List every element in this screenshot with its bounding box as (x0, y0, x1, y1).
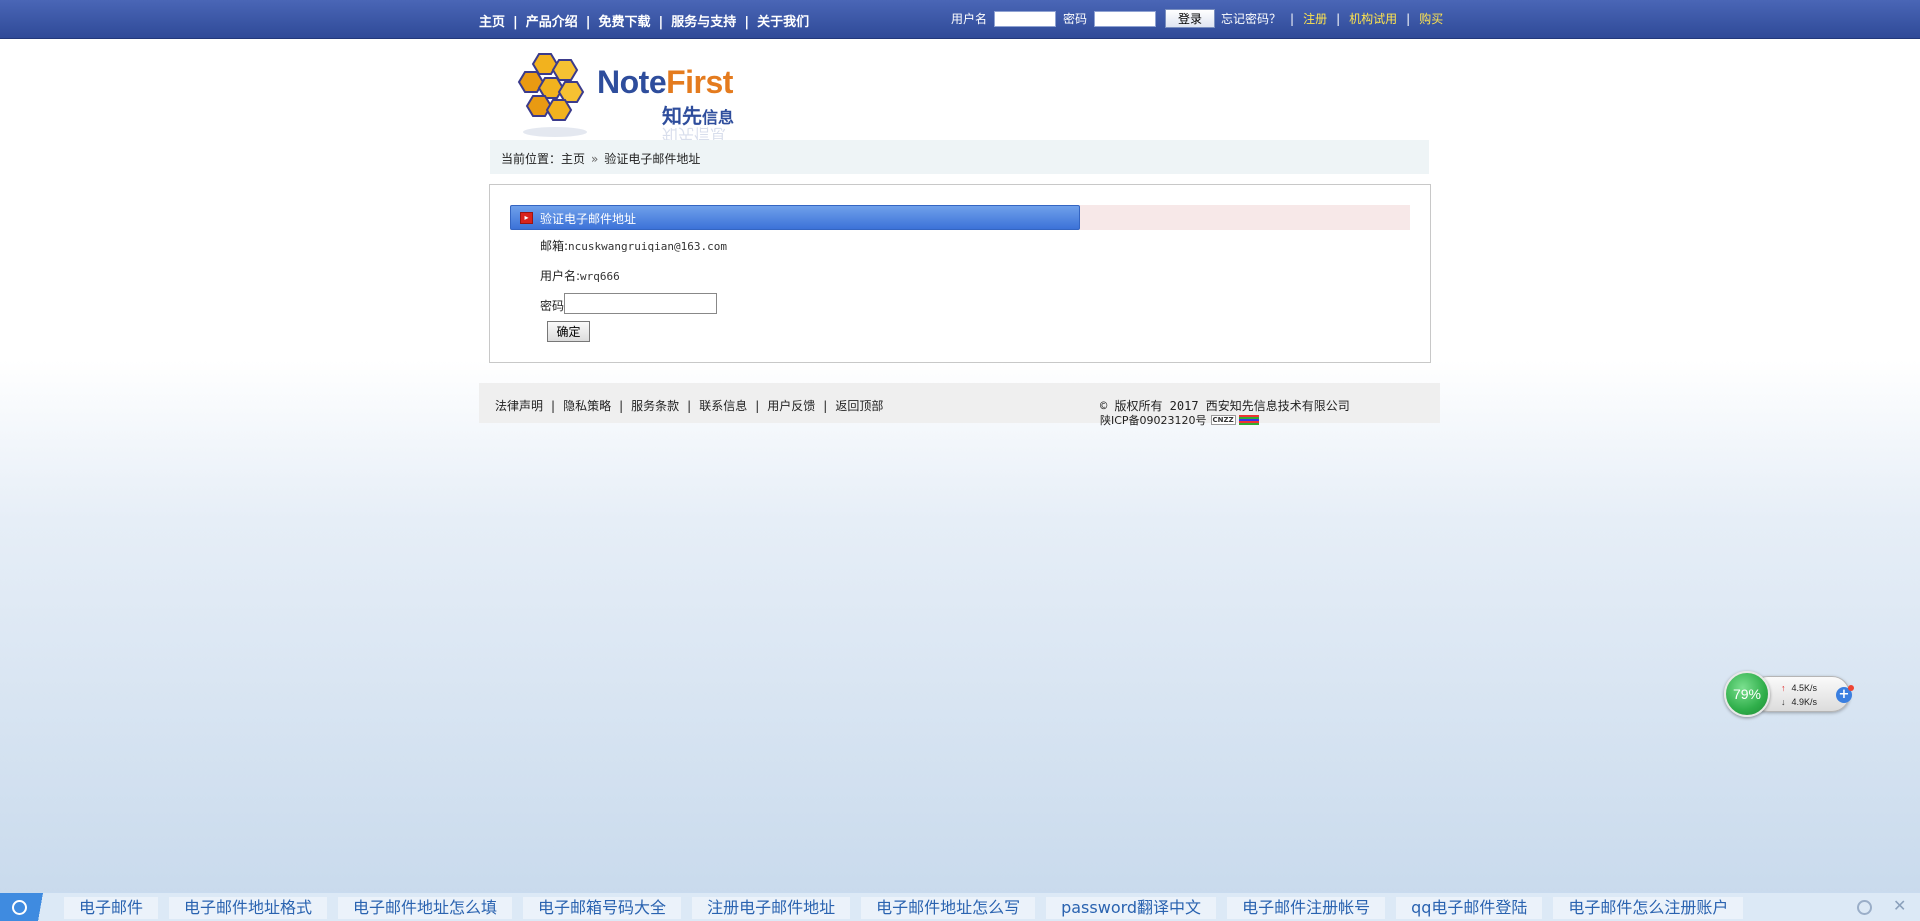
separator: | (1290, 11, 1295, 26)
nav-separator: | (513, 15, 518, 30)
breadcrumb-separator: » (591, 152, 599, 166)
gear-icon[interactable] (1857, 900, 1872, 915)
footer-link-feedback[interactable]: 用户反馈 (767, 399, 815, 413)
main-nav: 主页 | 产品介绍 | 免费下载 | 服务与支持 | 关于我们 (479, 11, 809, 30)
login-form: 用户名 密码 登录 忘记密码？ | 注册 | 机构试用 | 购买 (951, 9, 1443, 28)
bottom-bar-suggestions: 电子邮件 电子邮件地址格式 电子邮件地址怎么填 电子邮箱号码大全 注册电子邮件地… (64, 897, 1754, 919)
nav-products[interactable]: 产品介绍 (526, 15, 578, 30)
suggestion-item[interactable]: 电子邮箱号码大全 (523, 897, 682, 919)
username-label: 用户名 (951, 12, 988, 26)
separator: | (1406, 11, 1411, 26)
bottom-search-bar: 电子邮件 电子邮件地址格式 电子邮件地址怎么填 电子邮箱号码大全 注册电子邮件地… (0, 892, 1920, 921)
notification-dot-icon (1848, 685, 1854, 691)
nav-separator: | (585, 15, 591, 30)
footer-link-top[interactable]: 返回顶部 (835, 399, 883, 413)
suggestion-item[interactable]: 电子邮件地址格式 (169, 897, 328, 919)
password-input[interactable] (1094, 10, 1157, 27)
suggestion-item[interactable]: 注册电子邮件地址 (692, 897, 851, 919)
bottom-bar-logo[interactable] (0, 893, 50, 921)
breadcrumb-home[interactable]: 主页 (561, 152, 585, 166)
nav-separator: | (658, 15, 664, 30)
breadcrumb-current: 验证电子邮件地址 (604, 152, 701, 166)
honeycomb-logo-icon (517, 53, 587, 137)
verify-email-panel: ▸ 验证电子邮件地址 邮箱:ncuskwangruiqian@163.com 用… (489, 184, 1431, 363)
top-bar: 主页 | 产品介绍 | 免费下载 | 服务与支持 | 关于我们 用户名 密码 登录 忘记密码？ … (0, 0, 1920, 39)
username-row-label: 用户名: (540, 269, 581, 283)
suggestion-item[interactable]: password翻译中文 (1046, 897, 1217, 919)
footer-separator: | (619, 399, 624, 413)
footer-link-privacy[interactable]: 隐私策略 (563, 399, 611, 413)
email-row: 邮箱:ncuskwangruiqian@163.com (540, 237, 727, 254)
separator: | (1336, 11, 1341, 26)
confirm-button[interactable]: 确定 (547, 321, 590, 342)
username-row: 用户名:wrq666 (540, 267, 620, 284)
email-label: 邮箱: (540, 239, 569, 253)
footer-links: 法律声明 | 隐私策略 | 服务条款 | 联系信息 | 用户反馈 | 返回顶部 (495, 397, 883, 414)
login-button[interactable]: 登录 (1165, 9, 1216, 28)
memory-percent-circle[interactable]: 79% (1724, 671, 1770, 717)
nav-download[interactable]: 免费下载 (599, 15, 651, 30)
panel-title: 验证电子邮件地址 (540, 212, 637, 226)
nav-home[interactable]: 主页 (479, 15, 505, 30)
stats-flag-icon[interactable] (1238, 415, 1259, 425)
suggestion-item[interactable]: 电子邮件 (64, 897, 159, 919)
verify-password-input[interactable] (564, 293, 717, 314)
breadcrumb-prefix: 当前位置： (501, 152, 562, 166)
username-value: wrq666 (580, 270, 620, 283)
footer: 法律声明 | 隐私策略 | 服务条款 | 联系信息 | 用户反馈 | 返回顶部 © 版权所有 201… (479, 383, 1440, 427)
register-link[interactable]: 注册 (1303, 10, 1327, 27)
password-label: 密码 (1063, 12, 1088, 26)
upload-arrow-icon: ↑ (1781, 683, 1786, 693)
icp-number[interactable]: 陕ICP备09023120号 (1100, 412, 1207, 428)
suggestion-item[interactable]: qq电子邮件登陆 (1396, 897, 1543, 919)
search-logo-icon (12, 900, 27, 915)
download-speed: ↓ 4.9K/s (1781, 697, 1818, 707)
footer-separator: | (551, 399, 556, 413)
footer-link-legal[interactable]: 法律声明 (495, 399, 543, 413)
close-icon[interactable]: ✕ (1893, 896, 1906, 915)
trial-link[interactable]: 机构试用 (1349, 10, 1397, 27)
footer-link-contact[interactable]: 联系信息 (699, 399, 747, 413)
email-value: ncuskwangruiqian@163.com (568, 240, 727, 253)
footer-separator: | (687, 399, 692, 413)
logo-brand-text: NoteFirst (597, 64, 733, 100)
icp-row: 陕ICP备09023120号 CNZZ (1100, 412, 1259, 428)
password-row-label: 密码 (540, 299, 565, 313)
footer-separator: | (755, 399, 760, 413)
footer-link-terms[interactable]: 服务条款 (631, 399, 679, 413)
notefirst-logo[interactable]: NoteFirst 知先信息 知先信息 (515, 50, 755, 144)
nav-separator: | (744, 15, 750, 30)
network-speed-widget[interactable]: ↑ 4.5K/s ↓ 4.9K/s + 79% (1724, 671, 1854, 717)
cnzz-badge-icon[interactable]: CNZZ (1210, 415, 1236, 425)
footer-separator: | (823, 399, 828, 413)
breadcrumb: 当前位置：主页 » 验证电子邮件地址 (490, 140, 1429, 174)
suggestion-item[interactable]: 电子邮件注册帐号 (1227, 897, 1386, 919)
download-arrow-icon: ↓ (1781, 697, 1786, 707)
nav-about[interactable]: 关于我们 (757, 15, 809, 30)
forgot-password-link[interactable]: 忘记密码？ (1221, 10, 1281, 27)
username-input[interactable] (994, 10, 1057, 27)
upload-speed: ↑ 4.5K/s (1781, 683, 1818, 693)
buy-link[interactable]: 购买 (1419, 10, 1443, 27)
suggestion-item[interactable]: 电子邮件地址怎么填 (338, 897, 513, 919)
suggestion-item[interactable]: 电子邮件地址怎么写 (861, 897, 1036, 919)
nav-support[interactable]: 服务与支持 (671, 15, 736, 30)
panel-title-bar: ▸ 验证电子邮件地址 (510, 205, 1410, 230)
suggestion-item[interactable]: 电子邮件怎么注册账户 (1553, 897, 1744, 919)
panel-title-highlight: ▸ 验证电子邮件地址 (510, 205, 1080, 230)
document-icon: ▸ (520, 212, 533, 224)
